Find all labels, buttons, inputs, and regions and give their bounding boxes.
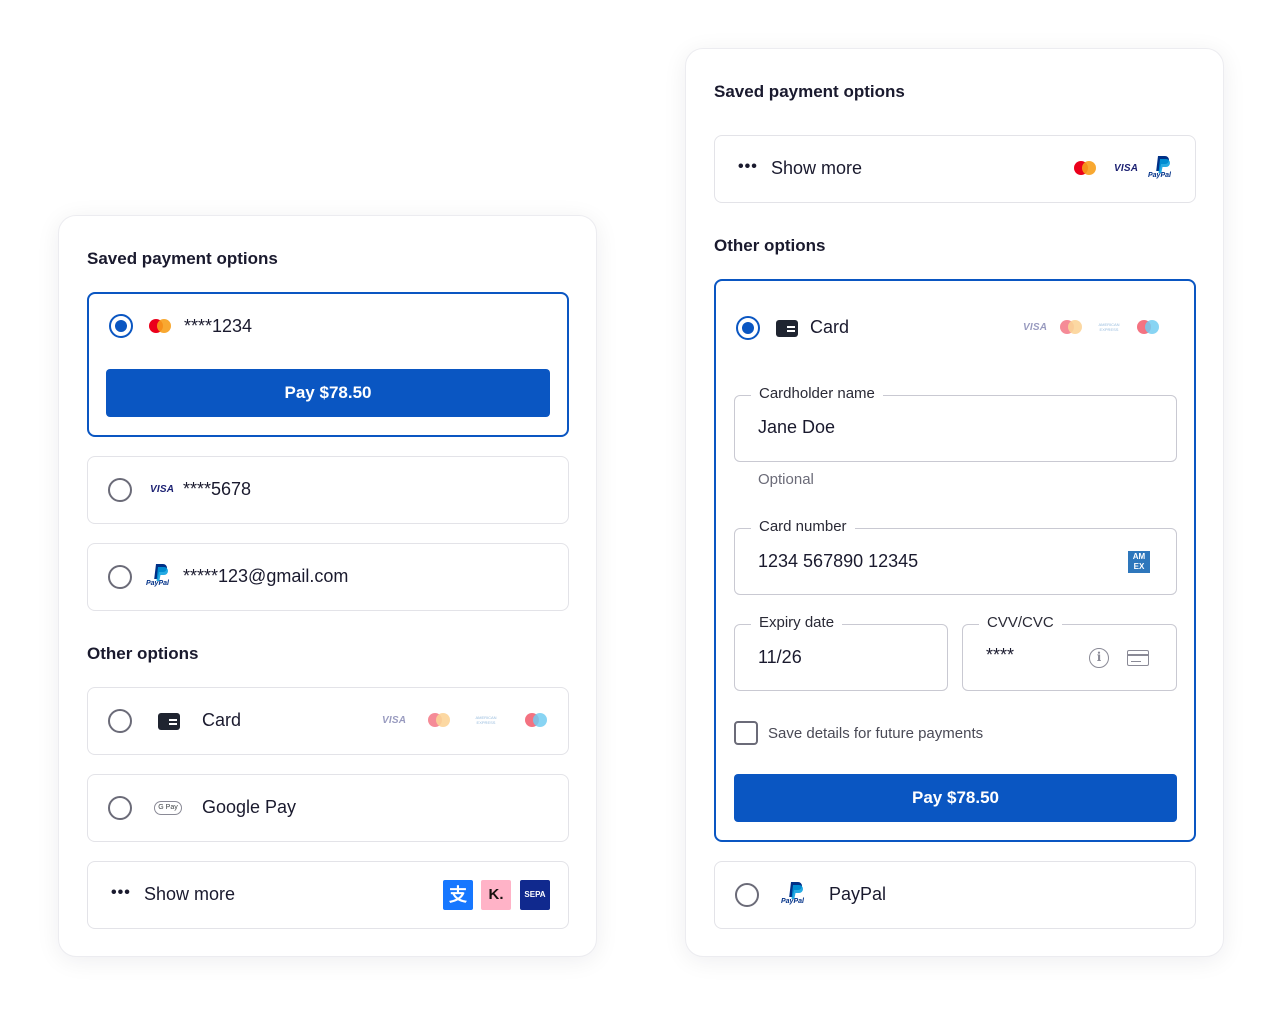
- visa-icon: VISA: [1114, 163, 1139, 174]
- show-more-label: Show more: [771, 158, 863, 178]
- cardholder-hint: Optional: [758, 471, 814, 488]
- credit-card-icon: [776, 320, 798, 337]
- amex-badge-icon: AM EX: [1128, 551, 1150, 573]
- option-google-pay-label: Google Pay: [202, 797, 297, 817]
- card-number-value: 1234 567890 12345: [758, 551, 919, 571]
- cvv-label: CVV/CVC: [979, 614, 1062, 631]
- save-details-label: Save details for future payments: [768, 725, 984, 742]
- visa-icon: VISA: [1023, 322, 1048, 333]
- radio[interactable]: [108, 796, 132, 820]
- radio[interactable]: [735, 883, 759, 907]
- more-dots-icon: •••: [111, 884, 131, 901]
- paypal-icon: PayPal: [146, 563, 176, 589]
- paypal-wordmark: PayPal: [1148, 172, 1171, 179]
- klarna-icon: K.: [481, 880, 511, 910]
- saved-option-label: *****123@gmail.com: [183, 566, 349, 586]
- cardholder-name-value: Jane Doe: [758, 417, 836, 437]
- saved-option-paypal[interactable]: PayPal *****123@gmail.com: [87, 543, 569, 611]
- radio[interactable]: [108, 565, 132, 589]
- saved-option-visa[interactable]: VISA ****5678: [87, 456, 569, 524]
- option-show-more[interactable]: ••• Show more 支 K. SEPA: [87, 861, 569, 929]
- mastercard-icon: [149, 319, 171, 333]
- sepa-icon: SEPA: [520, 880, 550, 910]
- option-card-label: Card: [810, 317, 850, 337]
- saved-option-mastercard[interactable]: ****1234 Pay $78.50: [87, 292, 569, 437]
- mastercard-icon: [1060, 320, 1082, 334]
- show-more-label: Show more: [144, 884, 236, 904]
- visa-icon: VISA: [382, 715, 407, 726]
- cvc-card-icon: [1127, 650, 1149, 666]
- saved-option-label: ****5678: [183, 479, 252, 499]
- save-details-checkbox[interactable]: [734, 721, 758, 745]
- radio[interactable]: [108, 709, 132, 733]
- option-card[interactable]: Card VISA AMERICAN EXPRESS: [87, 687, 569, 755]
- visa-icon: VISA: [150, 484, 175, 495]
- payment-panel-compact: Saved payment options ****1234 Pay $78.5…: [58, 215, 597, 957]
- card-number-label: Card number: [751, 518, 855, 535]
- option-paypal-label: PayPal: [829, 884, 887, 904]
- mastercard-icon: [428, 713, 450, 727]
- amex-icon: AMERICAN EXPRESS: [475, 715, 497, 725]
- pay-button[interactable]: Pay $78.50: [734, 774, 1177, 822]
- credit-card-icon: [158, 713, 180, 730]
- expiry-date-value: 11/26: [758, 647, 802, 667]
- radio-selected[interactable]: [736, 316, 760, 340]
- cardholder-name-label: Cardholder name: [751, 385, 883, 402]
- option-card-label: Card: [202, 710, 242, 730]
- saved-payment-heading: Saved payment options: [714, 82, 905, 101]
- cvv-value: ****: [986, 645, 1015, 665]
- option-show-more[interactable]: ••• Show more VISA PayPal: [714, 135, 1196, 203]
- info-icon[interactable]: i: [1089, 648, 1109, 668]
- mastercard-icon: [1074, 161, 1096, 175]
- radio-selected[interactable]: [109, 314, 133, 338]
- cvv-field[interactable]: CVV/CVC **** i: [962, 614, 1177, 691]
- card-number-field[interactable]: Card number 1234 567890 12345 AM EX: [734, 518, 1177, 595]
- cardholder-name-field[interactable]: Cardholder name Jane Doe: [734, 385, 1177, 462]
- other-options-heading: Other options: [87, 644, 199, 663]
- payment-panel-expanded: Saved payment options ••• Show more VISA…: [685, 48, 1224, 957]
- maestro-icon: [1137, 320, 1159, 334]
- paypal-wordmark: PayPal: [146, 580, 169, 587]
- amex-icon: AMERICAN EXPRESS: [1098, 322, 1120, 332]
- google-pay-icon: G Pay: [154, 801, 182, 815]
- paypal-icon: PayPal: [781, 881, 811, 907]
- pay-button[interactable]: Pay $78.50: [106, 369, 550, 417]
- saved-payment-heading: Saved payment options: [87, 249, 278, 268]
- option-paypal[interactable]: PayPal PayPal: [714, 861, 1196, 929]
- option-card-expanded[interactable]: Card VISA AMERICAN EXPRESS Cardholder na…: [714, 279, 1196, 842]
- option-google-pay[interactable]: G Pay Google Pay: [87, 774, 569, 842]
- paypal-wordmark: PayPal: [781, 898, 804, 905]
- alipay-icon: 支: [443, 880, 473, 910]
- maestro-icon: [525, 713, 547, 727]
- saved-option-label: ****1234: [184, 316, 253, 336]
- more-dots-icon: •••: [738, 158, 758, 175]
- radio[interactable]: [108, 478, 132, 502]
- expiry-date-field[interactable]: Expiry date 11/26: [734, 614, 948, 691]
- expiry-date-label: Expiry date: [751, 614, 843, 631]
- paypal-icon: PayPal: [1148, 155, 1178, 181]
- other-options-heading: Other options: [714, 236, 826, 255]
